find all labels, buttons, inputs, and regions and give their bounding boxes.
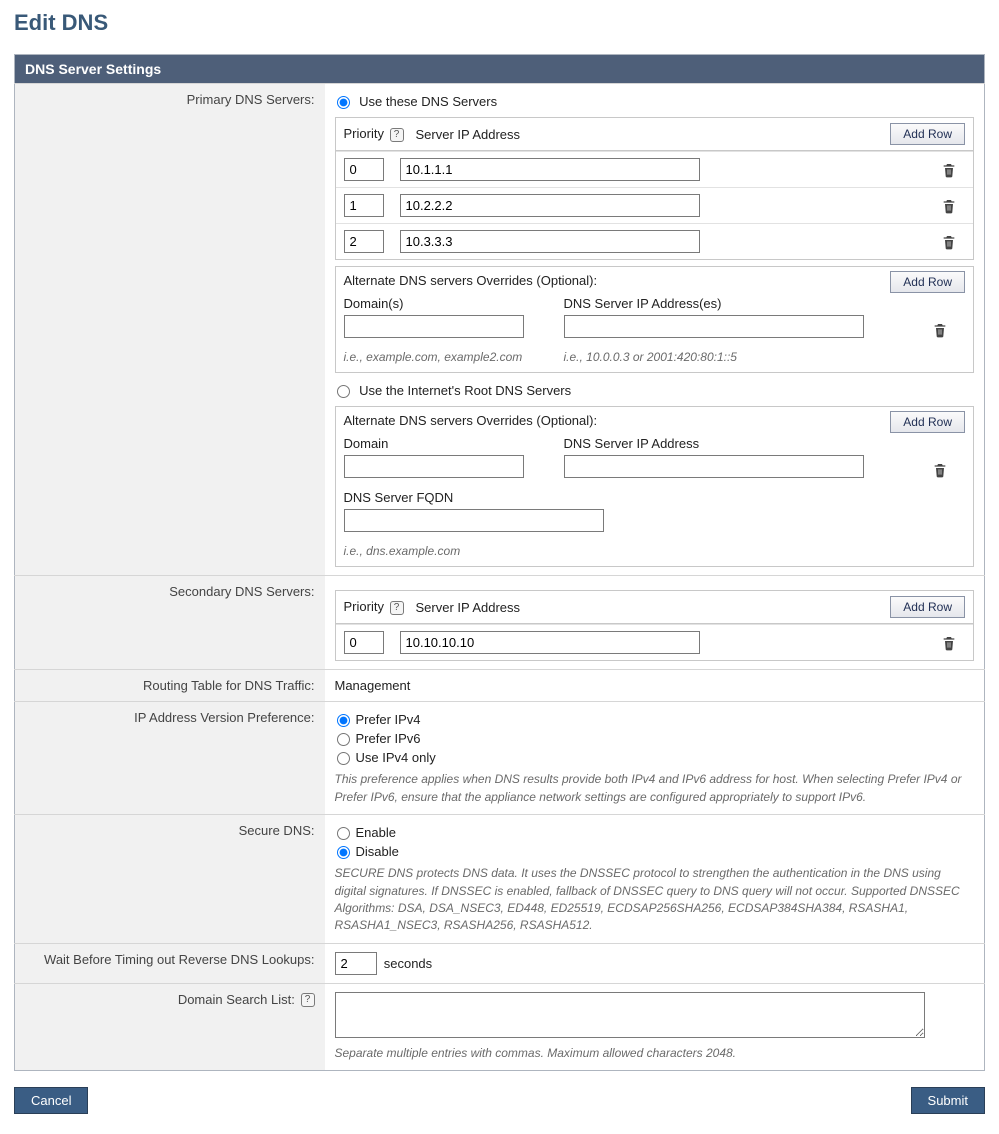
primary-row bbox=[336, 187, 974, 223]
col-server-ip: Server IP Address bbox=[416, 127, 856, 142]
trash-icon[interactable] bbox=[941, 198, 957, 214]
help-icon[interactable]: ? bbox=[390, 601, 404, 615]
alt-root-title: Alternate DNS servers Overrides (Optiona… bbox=[344, 413, 966, 428]
col-domains: Domain(s) bbox=[344, 296, 544, 311]
col-priority: Priority bbox=[344, 126, 384, 141]
add-row-alt-root[interactable]: Add Row bbox=[890, 411, 965, 433]
priority-input[interactable] bbox=[344, 194, 384, 217]
radio-securedns-enable-label: Enable bbox=[356, 825, 396, 840]
dns-settings-table: DNS Server Settings Primary DNS Servers:… bbox=[14, 54, 985, 1071]
primary-row bbox=[336, 223, 974, 259]
trash-icon[interactable] bbox=[932, 462, 948, 478]
server-ip-input[interactable] bbox=[400, 230, 700, 253]
trash-icon[interactable] bbox=[941, 635, 957, 651]
help-icon[interactable]: ? bbox=[390, 128, 404, 142]
radio-securedns-enable[interactable] bbox=[337, 827, 350, 840]
cancel-button[interactable]: Cancel bbox=[14, 1087, 88, 1114]
radio-securedns-disable[interactable] bbox=[337, 846, 350, 859]
radio-prefer-ipv4[interactable] bbox=[337, 714, 350, 727]
submit-button[interactable]: Submit bbox=[911, 1087, 985, 1114]
label-securedns: Secure DNS: bbox=[15, 815, 325, 944]
priority-input[interactable] bbox=[344, 631, 384, 654]
priority-input[interactable] bbox=[344, 230, 384, 253]
label-routing: Routing Table for DNS Traffic: bbox=[15, 670, 325, 702]
help-icon[interactable]: ? bbox=[301, 993, 315, 1007]
section-header: DNS Server Settings bbox=[15, 55, 985, 84]
alt-root-domain-input[interactable] bbox=[344, 455, 524, 478]
radio-ipv4-only-label: Use IPv4 only bbox=[356, 750, 436, 765]
secondary-servers-box: Priority ? Server IP Address Add Row bbox=[335, 590, 975, 661]
col-root-ip: DNS Server IP Address bbox=[564, 436, 900, 451]
radio-prefer-ipv6[interactable] bbox=[337, 733, 350, 746]
routing-value: Management bbox=[325, 670, 985, 702]
add-row-secondary[interactable]: Add Row bbox=[890, 596, 965, 618]
search-list-textarea[interactable] bbox=[335, 992, 925, 1038]
alt-domains-input[interactable] bbox=[344, 315, 524, 338]
col-root-fqdn: DNS Server FQDN bbox=[344, 490, 604, 505]
primary-row bbox=[336, 151, 974, 187]
col-root-domain: Domain bbox=[344, 436, 544, 451]
search-list-hint: Separate multiple entries with commas. M… bbox=[335, 1045, 975, 1062]
radio-prefer-ipv6-label: Prefer IPv6 bbox=[356, 731, 421, 746]
hint-fqdn: i.e., dns.example.com bbox=[344, 544, 900, 558]
hint-addresses: i.e., 10.0.0.3 or 2001:420:80:1::5 bbox=[564, 350, 737, 364]
hint-domains: i.e., example.com, example2.com bbox=[344, 350, 544, 364]
radio-ipv4-only[interactable] bbox=[337, 752, 350, 765]
wait-unit: seconds bbox=[384, 956, 432, 971]
add-row-primary[interactable]: Add Row bbox=[890, 123, 965, 145]
col-server-ip: Server IP Address bbox=[416, 600, 856, 615]
label-ippref: IP Address Version Preference: bbox=[15, 702, 325, 815]
alt-root-ip-input[interactable] bbox=[564, 455, 864, 478]
radio-use-these-label: Use these DNS Servers bbox=[359, 94, 497, 109]
label-wait: Wait Before Timing out Reverse DNS Looku… bbox=[15, 943, 325, 983]
trash-icon[interactable] bbox=[941, 162, 957, 178]
radio-use-root-label: Use the Internet's Root DNS Servers bbox=[359, 383, 571, 398]
ippref-desc: This preference applies when DNS results… bbox=[335, 771, 975, 806]
col-addresses: DNS Server IP Address(es) bbox=[564, 296, 900, 311]
server-ip-input[interactable] bbox=[400, 158, 700, 181]
primary-servers-box: Priority ? Server IP Address Add Row bbox=[335, 117, 975, 260]
alt-these-box: Alternate DNS servers Overrides (Optiona… bbox=[335, 266, 975, 373]
alt-these-title: Alternate DNS servers Overrides (Optiona… bbox=[344, 273, 966, 288]
server-ip-input[interactable] bbox=[400, 194, 700, 217]
radio-securedns-disable-label: Disable bbox=[356, 844, 399, 859]
trash-icon[interactable] bbox=[941, 234, 957, 250]
trash-icon[interactable] bbox=[932, 322, 948, 338]
alt-root-fqdn-input[interactable] bbox=[344, 509, 604, 532]
wait-seconds-input[interactable] bbox=[335, 952, 377, 975]
radio-use-root[interactable] bbox=[337, 385, 350, 398]
radio-use-these[interactable] bbox=[337, 96, 350, 109]
label-secondary: Secondary DNS Servers: bbox=[15, 576, 325, 670]
alt-root-box: Alternate DNS servers Overrides (Optiona… bbox=[335, 406, 975, 567]
label-primary: Primary DNS Servers: bbox=[15, 84, 325, 576]
radio-prefer-ipv4-label: Prefer IPv4 bbox=[356, 712, 421, 727]
label-searchlist: Domain Search List: bbox=[178, 992, 295, 1007]
alt-addresses-input[interactable] bbox=[564, 315, 864, 338]
col-priority: Priority bbox=[344, 599, 384, 614]
priority-input[interactable] bbox=[344, 158, 384, 181]
server-ip-input[interactable] bbox=[400, 631, 700, 654]
page-title: Edit DNS bbox=[14, 10, 985, 36]
securedns-desc: SECURE DNS protects DNS data. It uses th… bbox=[335, 865, 975, 935]
secondary-row bbox=[336, 624, 974, 660]
add-row-alt-these[interactable]: Add Row bbox=[890, 271, 965, 293]
